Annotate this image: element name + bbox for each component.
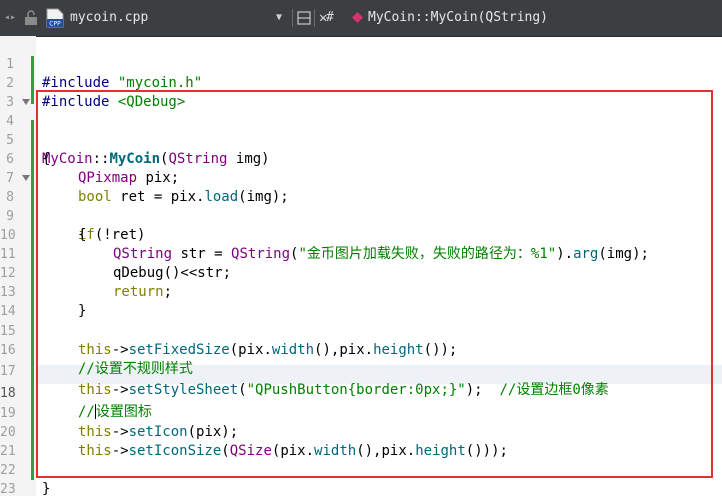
code-line: 1 #include "mycoin.h": [0, 36, 722, 91]
lock-icon[interactable]: [24, 10, 38, 26]
toolbar-divider: [292, 9, 293, 27]
cpp-file-icon: CPP: [46, 8, 64, 28]
function-symbol-icon: [352, 12, 363, 23]
file-name[interactable]: mycoin.cpp: [70, 0, 148, 36]
symbol-hash-button[interactable]: #: [326, 0, 334, 36]
editor-toolbar: ◂▸ CPP mycoin.cpp ▼ ✕ # MyCoin::MyCoin(Q…: [0, 0, 722, 37]
nav-arrows-icon[interactable]: ◂▸: [0, 0, 20, 36]
fold-arrow-icon[interactable]: [22, 99, 30, 105]
code-line: 2 #include <QDebug>: [0, 55, 722, 110]
toolbar-divider: [314, 9, 315, 27]
chevron-down-icon[interactable]: ▼: [276, 0, 282, 36]
highlight-annotation-box: [36, 90, 713, 478]
symbol-selector[interactable]: MyCoin::MyCoin(QString): [368, 0, 548, 36]
split-editor-icon[interactable]: [297, 11, 311, 25]
fold-arrow-icon[interactable]: [22, 175, 30, 181]
line-number: 23: [0, 482, 16, 497]
file-icon-label: CPP: [49, 21, 61, 28]
